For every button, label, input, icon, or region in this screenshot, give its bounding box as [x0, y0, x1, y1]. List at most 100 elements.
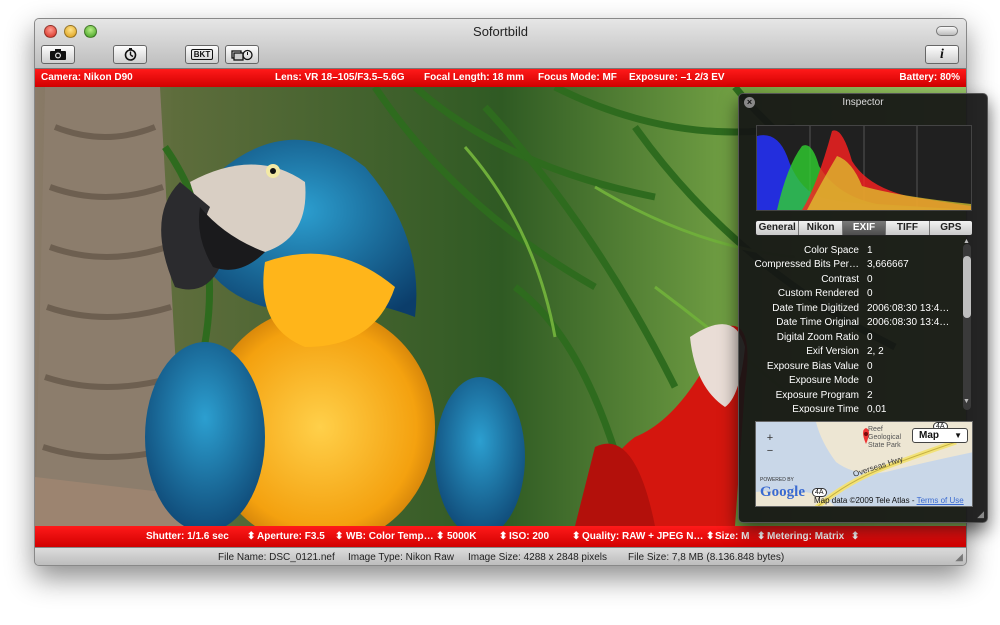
- inspector-tabs: General Nikon EXIF TIFF GPS: [755, 220, 973, 236]
- histogram: [756, 125, 972, 211]
- exif-key: Exif Version: [806, 346, 859, 357]
- exif-scrollbar[interactable]: [963, 244, 971, 410]
- exif-value: 2: [867, 390, 873, 401]
- table-row: Contrast 0: [739, 274, 967, 288]
- iso-selector[interactable]: ISO: 200: [509, 531, 549, 542]
- table-row: Date Time Original 2006:08:30 13:4…: [739, 317, 967, 331]
- tab-exif[interactable]: EXIF: [842, 221, 887, 235]
- chevron-down-icon: ▼: [954, 431, 962, 440]
- exif-value: 3,666667: [867, 259, 909, 270]
- map-zoom-controls[interactable]: + −: [764, 432, 776, 466]
- scrollbar-thumb[interactable]: [963, 256, 971, 318]
- inspector-panel: × Inspector General Nikon EXIF TIFF GPS …: [738, 93, 988, 523]
- bracketing-button[interactable]: BKT: [185, 45, 219, 64]
- exposure-compensation: Exposure: –1 2/3 EV: [629, 72, 725, 83]
- window-resize-grip-icon[interactable]: ◢: [955, 552, 963, 565]
- tab-gps[interactable]: GPS: [929, 221, 972, 235]
- exif-value: 0: [867, 375, 873, 386]
- lens-info: Lens: VR 18–105/F3.5–5.6G: [275, 72, 405, 83]
- exif-value: 2006:08:30 13:4…: [867, 303, 950, 314]
- tab-nikon[interactable]: Nikon: [799, 221, 843, 235]
- metering-end-stepper-icon[interactable]: ⬍: [851, 531, 859, 542]
- info-icon: i: [940, 46, 944, 62]
- exif-value: 0: [867, 274, 873, 285]
- focus-mode: Focus Mode: MF: [538, 72, 617, 83]
- exif-value: 0: [867, 361, 873, 372]
- toolbar-toggle-button[interactable]: [936, 26, 958, 36]
- image-type: Image Type: Nikon Raw: [348, 552, 454, 563]
- image-size: Image Size: 4288 x 2848 pixels: [468, 552, 607, 563]
- inspector-toggle-button[interactable]: i: [925, 45, 959, 64]
- scroll-down-icon[interactable]: ▼: [963, 398, 970, 405]
- kelvin-stepper-icon[interactable]: ⬍: [436, 531, 444, 542]
- capture-settings-bar: Shutter: 1/1.6 sec ⬍ Aperture: F3.5 ⬍ WB…: [35, 526, 966, 547]
- focal-length: Focal Length: 18 mm: [424, 72, 525, 83]
- tab-general[interactable]: General: [756, 221, 800, 235]
- inspector-title: Inspector: [842, 97, 884, 108]
- table-row: Digital Zoom Ratio 0: [739, 332, 967, 346]
- status-bar: File Name: DSC_0121.nef Image Type: Niko…: [35, 547, 966, 565]
- exif-value: 1: [867, 245, 873, 256]
- interval-timer-icon: [231, 49, 253, 61]
- exif-key: Date Time Digitized: [772, 303, 859, 314]
- wb-stepper-icon[interactable]: ⬍: [335, 531, 343, 542]
- quality-selector[interactable]: Quality: RAW + JPEG N…: [582, 531, 703, 542]
- quality-stepper-icon[interactable]: ⬍: [572, 531, 580, 542]
- table-row: Exposure Time 0,01: [739, 404, 967, 413]
- histogram-graph: [757, 126, 971, 210]
- camera-model: Camera: Nikon D90: [41, 72, 133, 83]
- aperture-selector[interactable]: Aperture: F3.5: [257, 531, 325, 542]
- battery-level: Battery: 80%: [899, 72, 960, 83]
- interval-shooting-button[interactable]: [225, 45, 259, 64]
- map-copyright-text: Map data ©2009 Tele Atlas -: [814, 496, 917, 505]
- google-logo[interactable]: Google: [760, 484, 805, 501]
- exif-table: Color Space 1 Compressed Bits Per… 3,66666…: [739, 241, 967, 413]
- metering-selector[interactable]: Metering: Matrix: [767, 531, 844, 542]
- table-row: Color Space 1: [739, 245, 967, 259]
- file-name: File Name: DSC_0121.nef: [218, 552, 335, 563]
- timer-icon: [124, 48, 136, 61]
- gps-map[interactable]: + − Reef Geological State Park Overseas H…: [755, 421, 973, 507]
- image-size-selector[interactable]: Size: M: [715, 531, 749, 542]
- exif-key: Custom Rendered: [777, 288, 859, 299]
- metering-stepper-icon[interactable]: ⬍: [757, 531, 765, 542]
- exif-value: 2, 2: [867, 346, 884, 357]
- window-title: Sofortbild: [473, 24, 528, 39]
- capture-button[interactable]: [41, 45, 75, 64]
- shutter-speed-selector[interactable]: Shutter: 1/1.6 sec: [146, 531, 229, 542]
- color-temperature-selector[interactable]: 5000K: [447, 531, 476, 542]
- terms-of-use-link[interactable]: Terms of Use: [917, 496, 964, 505]
- map-type-value: Map: [919, 430, 939, 441]
- map-type-select[interactable]: Map ▼: [912, 428, 968, 443]
- camera-info-bar: Camera: Nikon D90 Lens: VR 18–105/F3.5–5…: [35, 69, 966, 87]
- exif-value: 2006:08:30 13:4…: [867, 317, 950, 328]
- map-copyright: Map data ©2009 Tele Atlas - Terms of Use: [814, 496, 964, 505]
- iso-stepper-icon[interactable]: ⬍: [499, 531, 507, 542]
- exif-value: 0,01: [867, 404, 887, 413]
- exif-key: Compressed Bits Per…: [754, 259, 859, 270]
- table-row: Exposure Bias Value 0: [739, 361, 967, 375]
- exif-key: Exposure Bias Value: [766, 361, 859, 372]
- table-row: Exposure Program 2: [739, 390, 967, 404]
- table-row: Compressed Bits Per… 3,666667: [739, 259, 967, 273]
- exif-key: Contrast: [821, 274, 859, 285]
- exif-value: 0: [867, 332, 873, 343]
- exif-key: Date Time Original: [776, 317, 859, 328]
- inspector-resize-grip-icon[interactable]: ◢: [977, 509, 984, 520]
- exif-key: Exposure Time: [792, 404, 859, 413]
- google-powered-label: POWERED BY: [760, 477, 794, 483]
- exif-key: Exposure Mode: [788, 375, 859, 386]
- map-park-label: Reef Geological State Park: [868, 426, 902, 449]
- table-row: Exif Version 2, 2: [739, 346, 967, 360]
- tab-tiff[interactable]: TIFF: [886, 221, 930, 235]
- file-size: File Size: 7,8 MB (8.136.848 bytes): [628, 552, 785, 563]
- self-timer-button[interactable]: [113, 45, 147, 64]
- bracketing-label: BKT: [190, 49, 214, 60]
- aperture-stepper-icon[interactable]: ⬍: [247, 531, 255, 542]
- size-stepper-icon[interactable]: ⬍: [706, 531, 714, 542]
- white-balance-selector[interactable]: WB: Color Temp…: [346, 531, 434, 542]
- exif-key: Exposure Program: [775, 390, 859, 401]
- camera-icon: [50, 49, 66, 60]
- title-bar: Sofortbild BKT i: [35, 19, 966, 69]
- exif-value: 0: [867, 288, 873, 299]
